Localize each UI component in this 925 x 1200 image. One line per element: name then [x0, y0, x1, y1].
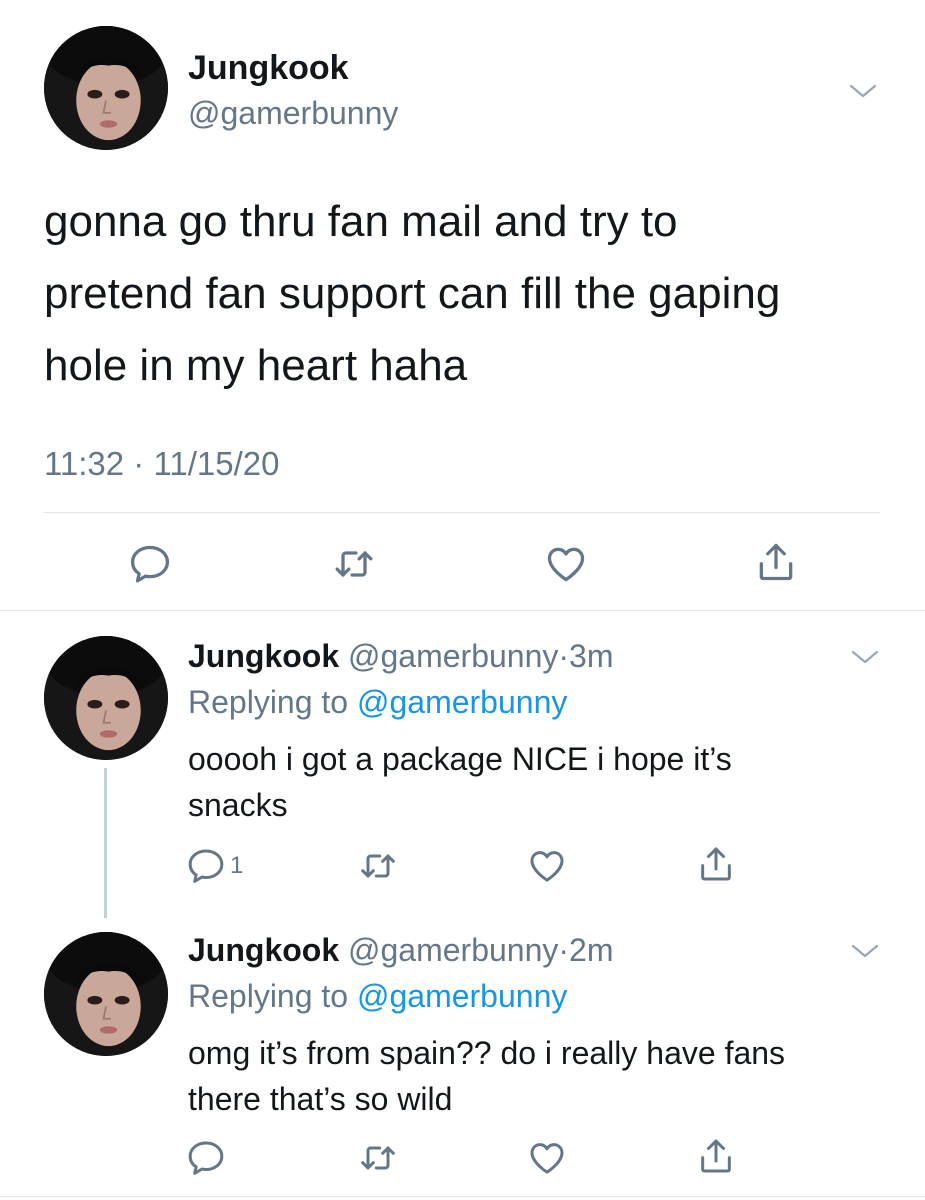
reply-time[interactable]: 3m [569, 638, 613, 674]
share-button[interactable] [696, 844, 736, 884]
retweet-button[interactable] [358, 1138, 398, 1178]
avatar-image [44, 932, 168, 1056]
tweet-timestamp[interactable]: 11:32 · 11/15/20 [44, 444, 279, 484]
retweet-icon [361, 854, 395, 878]
avatar-image [44, 26, 168, 150]
replying-to-handle-link[interactable]: @gamerbunny [357, 684, 567, 720]
reply-time[interactable]: 2m [569, 932, 613, 968]
share-button[interactable] [754, 540, 798, 584]
share-button[interactable] [696, 1136, 736, 1176]
reply-header: Jungkook @gamerbunny·2m [188, 930, 614, 970]
more-options-chevron-icon[interactable] [850, 940, 880, 962]
share-icon [701, 847, 731, 881]
share-icon [759, 543, 793, 581]
retweet-button[interactable] [358, 846, 398, 886]
replying-to-label: Replying to [188, 978, 357, 1014]
avatar[interactable] [44, 932, 168, 1056]
avatar-image [44, 636, 168, 760]
like-button[interactable] [527, 846, 567, 886]
divider [0, 610, 925, 611]
replying-to: Replying to @gamerbunny [188, 682, 567, 722]
retweet-icon [335, 551, 373, 577]
retweet-icon [361, 1146, 395, 1170]
author-handle[interactable]: @gamerbunny [188, 94, 398, 132]
author-handle[interactable]: @gamerbunny [348, 932, 558, 968]
reply-header: Jungkook @gamerbunny·3m [188, 636, 614, 676]
separator-dot: · [558, 638, 570, 674]
more-options-chevron-icon[interactable] [848, 80, 878, 102]
reply-text: omg it’s from spain?? do i really have f… [188, 1035, 786, 1117]
replying-to-label: Replying to [188, 684, 357, 720]
divider [44, 512, 880, 513]
replying-to-handle-link[interactable]: @gamerbunny [357, 978, 567, 1014]
avatar[interactable] [44, 636, 168, 760]
more-options-chevron-icon[interactable] [850, 646, 880, 668]
like-icon [530, 851, 564, 882]
like-button[interactable] [527, 1138, 567, 1178]
separator-dot: · [558, 932, 570, 968]
thread-connector-line [104, 768, 107, 918]
avatar[interactable] [44, 26, 168, 150]
author-handle[interactable]: @gamerbunny [348, 638, 558, 674]
retweet-button[interactable] [332, 542, 376, 586]
author-name[interactable]: Jungkook [188, 48, 349, 88]
reply-icon [188, 849, 224, 883]
reply-button[interactable] [128, 542, 172, 586]
author-name[interactable]: Jungkook [188, 932, 339, 968]
replying-to: Replying to @gamerbunny [188, 976, 567, 1016]
reply-count: 1 [230, 852, 244, 879]
like-button[interactable] [544, 542, 588, 586]
like-icon [530, 1143, 564, 1174]
share-icon [701, 1139, 731, 1173]
like-icon [547, 547, 585, 582]
divider [0, 1196, 925, 1197]
reply-button[interactable] [186, 1138, 226, 1178]
reply-icon [130, 545, 170, 583]
reply-text: ooooh i got a package NICE i hope it’s s… [188, 741, 732, 823]
reply-button[interactable]: 1 [186, 846, 243, 886]
tweet-text: gonna go thru fan mail and try to preten… [44, 197, 781, 390]
reply-icon [188, 1141, 224, 1175]
author-name[interactable]: Jungkook [188, 638, 339, 674]
